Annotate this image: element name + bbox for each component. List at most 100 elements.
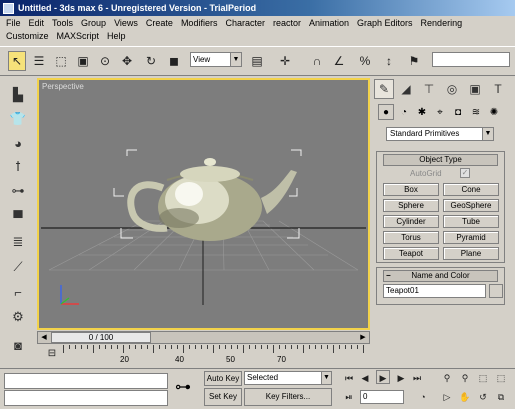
snap-icon[interactable]: ∩ bbox=[308, 51, 326, 71]
angle-snap-icon[interactable]: ∠ bbox=[330, 51, 348, 71]
prompt-line-field[interactable] bbox=[4, 390, 168, 406]
key-icon[interactable]: ⊶ bbox=[175, 377, 191, 397]
geosphere-button[interactable]: GeoSphere bbox=[443, 199, 499, 212]
scale-icon[interactable]: ◼ bbox=[165, 51, 183, 71]
bone-icon[interactable]: ⟋ bbox=[8, 257, 28, 277]
hierarchy-tab-icon[interactable]: ⊤ bbox=[419, 79, 439, 99]
viewport-label[interactable]: Perspective bbox=[42, 82, 84, 91]
teapot-button[interactable]: Teapot bbox=[383, 247, 439, 260]
cameras-icon[interactable]: ⌖ bbox=[432, 104, 448, 120]
geometry-icon[interactable]: ● bbox=[378, 104, 394, 120]
track-bar[interactable]: ⊟ 20 40 50 70 bbox=[37, 345, 370, 367]
menu-modifiers[interactable]: Modifiers bbox=[177, 16, 222, 29]
zoom-icon[interactable]: ⚲ bbox=[440, 371, 454, 385]
zoom-extents-icon[interactable]: ⬚ bbox=[476, 371, 490, 385]
pyramid-button[interactable]: Pyramid bbox=[443, 231, 499, 244]
go-to-start-icon[interactable]: ⏮ bbox=[342, 371, 356, 385]
region-select-icon[interactable]: ⬚ bbox=[52, 51, 70, 71]
cylinder-button[interactable]: Cylinder bbox=[383, 215, 439, 228]
track-bar-menu-icon[interactable]: ⊟ bbox=[45, 346, 59, 360]
prev-frame-arrow-icon[interactable]: ◀ bbox=[38, 332, 50, 343]
perspective-viewport[interactable]: Perspective bbox=[37, 78, 370, 330]
go-to-end-icon[interactable]: ⏭ bbox=[410, 371, 424, 385]
menu-create[interactable]: Create bbox=[142, 16, 177, 29]
previous-frame-icon[interactable]: ◀ bbox=[358, 371, 372, 385]
time-slider[interactable]: 0 / 100 bbox=[51, 332, 151, 343]
plane-button[interactable]: Plane bbox=[443, 247, 499, 260]
zoom-all-icon[interactable]: ⚲ bbox=[458, 371, 472, 385]
create-tab-icon[interactable]: ✎ bbox=[374, 79, 394, 99]
crossing-icon[interactable]: ▣ bbox=[74, 51, 92, 71]
cone-button[interactable]: Cone bbox=[443, 183, 499, 196]
percent-snap-icon[interactable]: % bbox=[356, 51, 374, 71]
block-icon[interactable]: ▀ bbox=[8, 207, 28, 227]
object-type-header[interactable]: Object Type bbox=[383, 154, 498, 166]
menu-rendering[interactable]: Rendering bbox=[417, 16, 467, 29]
menu-reactor[interactable]: reactor bbox=[269, 16, 305, 29]
current-frame-field[interactable]: 0 bbox=[360, 390, 404, 404]
time-slider-track[interactable]: ◀ 0 / 100 ▶ bbox=[37, 331, 370, 344]
boxes-icon[interactable]: ▙ bbox=[8, 85, 28, 105]
category-select[interactable]: Standard Primitives ▼ bbox=[386, 127, 494, 141]
name-color-header[interactable]: − Name and Color bbox=[383, 270, 498, 282]
camera-icon[interactable]: ◙ bbox=[8, 335, 28, 355]
hook-icon[interactable]: ⌐ bbox=[8, 282, 28, 302]
object-name-field[interactable]: Teapot01 bbox=[383, 284, 486, 298]
lamp-icon[interactable]: ꝉ bbox=[8, 157, 28, 177]
reference-coord-select[interactable]: View ▼ bbox=[190, 52, 242, 67]
move-icon[interactable]: ✥ bbox=[118, 51, 136, 71]
arc-rotate-icon[interactable]: ↺ bbox=[476, 390, 490, 404]
set-key-button[interactable]: Set Key bbox=[204, 388, 242, 406]
helpers-icon[interactable]: ◘ bbox=[450, 104, 466, 120]
field-of-view-icon[interactable]: ▷ bbox=[440, 390, 454, 404]
maximize-viewport-icon[interactable]: ⧉ bbox=[494, 390, 508, 404]
zoom-extents-all-icon[interactable]: ⬚ bbox=[494, 371, 508, 385]
axis-constraint-icon[interactable]: ✛ bbox=[276, 51, 294, 71]
key-mode-toggle-icon[interactable]: ⏯ bbox=[342, 390, 356, 404]
shirt-icon[interactable]: 👕 bbox=[8, 109, 28, 129]
menu-edit[interactable]: Edit bbox=[25, 16, 49, 29]
menu-animation[interactable]: Animation bbox=[305, 16, 353, 29]
select-arrow-icon[interactable]: ↖ bbox=[8, 51, 26, 71]
shapes-icon[interactable]: ◔ bbox=[396, 104, 412, 120]
motion-tab-icon[interactable]: ◎ bbox=[442, 79, 462, 99]
lights-icon[interactable]: ✱ bbox=[414, 104, 430, 120]
select-link-icon[interactable]: ⊙ bbox=[96, 51, 114, 71]
display-tab-icon[interactable]: ▣ bbox=[465, 79, 485, 99]
play-icon[interactable]: ▶ bbox=[376, 370, 390, 384]
rotate-icon[interactable]: ↻ bbox=[142, 51, 160, 71]
menu-character[interactable]: Character bbox=[221, 16, 269, 29]
autogrid-checkbox[interactable]: ✓ bbox=[460, 168, 470, 178]
select-by-name-icon[interactable]: ☰ bbox=[30, 51, 48, 71]
menu-maxscript[interactable]: MAXScript bbox=[53, 29, 104, 42]
sphere-icon[interactable]: ◕ bbox=[8, 133, 28, 153]
next-frame-arrow-icon[interactable]: ▶ bbox=[357, 332, 369, 343]
box-button[interactable]: Box bbox=[383, 183, 439, 196]
modify-tab-icon[interactable]: ◢ bbox=[396, 79, 416, 99]
spinner-snap-icon[interactable]: ↕ bbox=[380, 51, 398, 71]
systems-icon[interactable]: ✺ bbox=[486, 104, 502, 120]
pan-icon[interactable]: ✋ bbox=[458, 390, 472, 404]
stack-icon[interactable]: ≣ bbox=[8, 232, 28, 252]
menu-tools[interactable]: Tools bbox=[48, 16, 77, 29]
object-color-swatch[interactable] bbox=[489, 284, 503, 298]
autogrid-option[interactable]: AutoGrid ✓ bbox=[410, 168, 470, 178]
time-config-icon[interactable]: ◔ bbox=[416, 390, 430, 404]
auto-key-button[interactable]: Auto Key bbox=[204, 371, 242, 386]
menu-views[interactable]: Views bbox=[110, 16, 142, 29]
maxscript-listener-field[interactable] bbox=[4, 373, 168, 389]
menu-help[interactable]: Help bbox=[103, 29, 130, 42]
gear-icon[interactable]: ⚙ bbox=[8, 307, 28, 327]
next-frame-icon[interactable]: ▶ bbox=[394, 371, 408, 385]
named-selection-field[interactable] bbox=[432, 52, 510, 67]
named-selection-icon[interactable]: ⚑ bbox=[405, 51, 423, 71]
menu-group[interactable]: Group bbox=[77, 16, 110, 29]
sphere-button[interactable]: Sphere bbox=[383, 199, 439, 212]
hierarchy-icon[interactable]: ⊶ bbox=[8, 181, 28, 201]
menu-graph-editors[interactable]: Graph Editors bbox=[353, 16, 417, 29]
menu-customize[interactable]: Customize bbox=[2, 29, 53, 42]
spacewarps-icon[interactable]: ≋ bbox=[468, 104, 484, 120]
utilities-tab-icon[interactable]: T bbox=[488, 79, 508, 99]
torus-button[interactable]: Torus bbox=[383, 231, 439, 244]
tube-button[interactable]: Tube bbox=[443, 215, 499, 228]
